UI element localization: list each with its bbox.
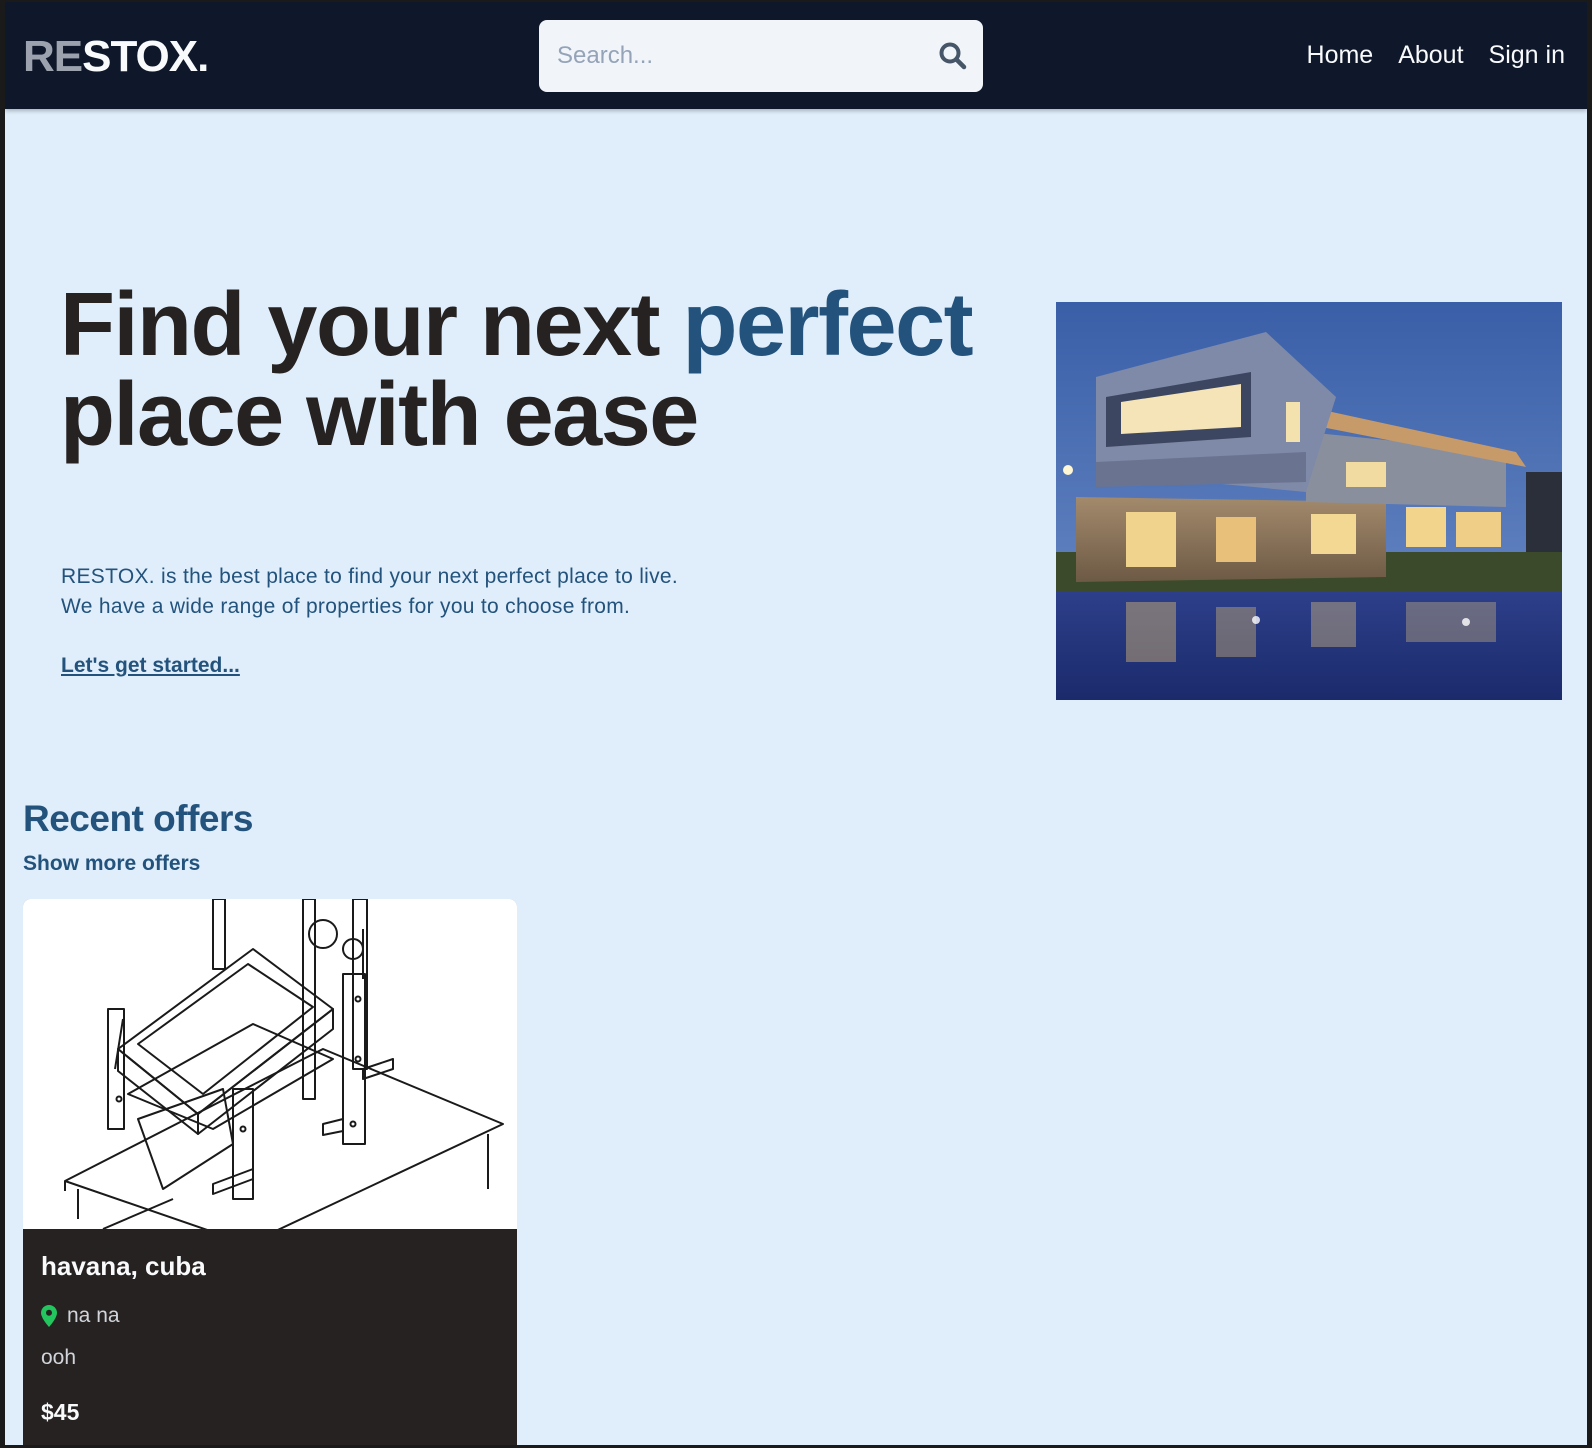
logo[interactable]: RESTOX. — [23, 32, 209, 82]
logo-suffix: STOX. — [82, 32, 209, 81]
listing-price: $45 — [41, 1399, 80, 1425]
map-pin-icon — [41, 1305, 57, 1327]
nav-home-link[interactable]: Home — [1307, 38, 1374, 72]
listing-location-text: na na — [67, 1304, 120, 1327]
get-started-link[interactable]: Let's get started... — [61, 654, 240, 678]
show-more-offers-link[interactable]: Show more offers — [23, 852, 200, 876]
nav-links: Home About Sign in — [1307, 38, 1565, 72]
hero-title-part2: place with ease — [60, 365, 699, 465]
listing-title: havana, cuba — [41, 1251, 206, 1281]
logo-prefix: RE — [23, 32, 83, 81]
navbar: RESTOX. Home About Sign in — [5, 2, 1587, 109]
hero-title: Find your next perfect place with ease — [60, 280, 974, 460]
app-window: RESTOX. Home About Sign in Find your nex… — [5, 2, 1587, 1445]
listing-location: na na — [41, 1304, 120, 1328]
hero-house-image — [1056, 302, 1562, 700]
nav-about-link[interactable]: About — [1398, 38, 1463, 72]
search-input[interactable] — [539, 20, 937, 92]
hero-description: RESTOX. is the best place to find your n… — [61, 562, 821, 622]
hero-description-line1: RESTOX. is the best place to find your n… — [61, 565, 679, 588]
nav-signin-link[interactable]: Sign in — [1489, 38, 1565, 72]
search-icon[interactable] — [937, 40, 969, 72]
listing-card[interactable]: havana, cuba na na ooh $45 — [23, 899, 517, 1445]
search-bar — [539, 20, 983, 92]
hero-description-line2: We have a wide range of properties for y… — [61, 595, 631, 618]
hero-title-accent: perfect — [682, 275, 974, 375]
hero-title-part1: Find your next — [60, 275, 683, 375]
listing-image — [23, 899, 517, 1229]
listing-description: ooh — [41, 1346, 77, 1369]
recent-offers-title: Recent offers — [23, 798, 253, 839]
